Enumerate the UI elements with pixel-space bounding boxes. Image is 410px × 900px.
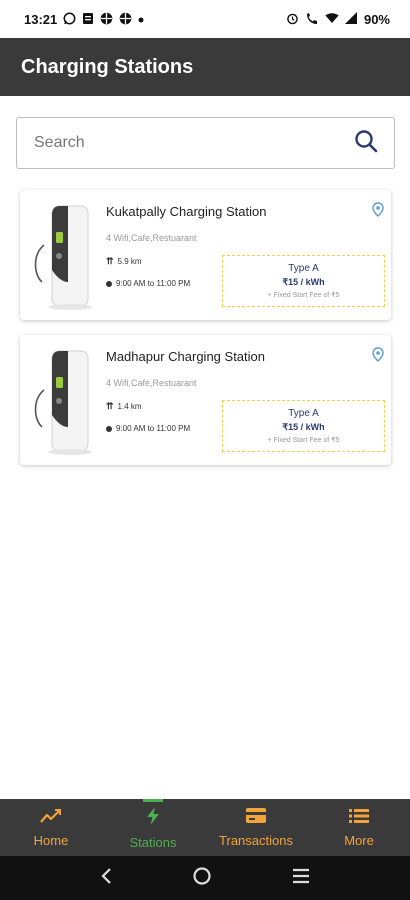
- nav-home[interactable]: Home: [0, 799, 102, 856]
- distance-icon: ⇈: [106, 401, 114, 411]
- connector-type: Type A: [288, 263, 319, 274]
- page-title: Charging Stations: [21, 55, 194, 78]
- search-icon[interactable]: [354, 129, 378, 158]
- wifi-call-icon: [305, 12, 319, 27]
- bolt-icon: [145, 806, 161, 831]
- charger-image: [30, 345, 100, 455]
- recents-icon[interactable]: [291, 868, 311, 889]
- price-box: Type A ₹15 / kWh + Fixed Start Fee of ₹5: [222, 400, 385, 452]
- clock-icon: [106, 425, 112, 432]
- dot-icon: [138, 13, 144, 25]
- bottom-nav: Home Stations Transactions More: [0, 799, 410, 856]
- whatsapp-icon: [63, 12, 76, 27]
- price-box: Type A ₹15 / kWh + Fixed Start Fee of ₹5: [222, 255, 385, 307]
- connector-type: Type A: [288, 408, 319, 419]
- station-amenities: 4 Wifi,Cafe,Restuarant: [106, 233, 197, 243]
- station-card[interactable]: Madhapur Charging Station 4 Wifi,Cafe,Re…: [20, 335, 391, 465]
- charger-image: [30, 200, 100, 310]
- status-right: 90%: [286, 12, 390, 27]
- hours-value: 9:00 AM to 11:00 PM: [116, 279, 191, 288]
- start-fee: + Fixed Start Fee of ₹5: [267, 437, 340, 444]
- distance-icon: ⇈: [106, 256, 114, 266]
- list-icon: [348, 808, 370, 829]
- station-name: Madhapur Charging Station: [106, 349, 265, 364]
- station-amenities: 4 Wifi,Cafe,Restuarant: [106, 378, 197, 388]
- station-distance: ⇈ 5.9 km: [106, 256, 142, 267]
- alarm-icon: [286, 12, 299, 27]
- price-rate: ₹15 / kWh: [282, 277, 325, 287]
- grid-icon: [119, 12, 132, 27]
- search-input[interactable]: [34, 134, 334, 152]
- nav-stations-label: Stations: [129, 834, 177, 850]
- station-distance: ⇈ 1.4 km: [106, 401, 142, 412]
- search-box[interactable]: [16, 117, 395, 169]
- nav-transactions[interactable]: Transactions: [204, 799, 308, 856]
- station-hours: 9:00 AM to 11:00 PM: [106, 424, 190, 433]
- card-icon: [245, 807, 267, 829]
- clock-icon: [106, 280, 112, 287]
- system-nav-bar: [0, 856, 410, 900]
- wifi-icon: [325, 12, 339, 26]
- station-hours: 9:00 AM to 11:00 PM: [106, 279, 190, 288]
- nav-stations[interactable]: Stations: [102, 799, 204, 856]
- signal-icon: [344, 12, 358, 26]
- distance-value: 1.4 km: [117, 402, 142, 411]
- status-left: 13:21: [24, 12, 144, 27]
- location-pin-icon[interactable]: [372, 347, 384, 367]
- distance-value: 5.9 km: [117, 257, 142, 266]
- app-bar: Charging Stations: [0, 38, 410, 96]
- station-card[interactable]: Kukatpally Charging Station 4 Wifi,Cafe,…: [20, 190, 391, 320]
- status-time: 13:21: [24, 11, 58, 27]
- notes-icon: [82, 12, 94, 27]
- hours-value: 9:00 AM to 11:00 PM: [116, 424, 191, 433]
- home-circle-icon[interactable]: [192, 866, 212, 891]
- grid-icon: [100, 12, 113, 27]
- nav-more-label: More: [344, 832, 374, 848]
- nav-transactions-label: Transactions: [219, 833, 293, 848]
- station-name: Kukatpally Charging Station: [106, 204, 267, 219]
- nav-more[interactable]: More: [308, 799, 410, 856]
- nav-home-label: Home: [33, 832, 69, 848]
- location-pin-icon[interactable]: [372, 202, 384, 222]
- price-rate: ₹15 / kWh: [282, 422, 325, 432]
- back-icon[interactable]: [99, 867, 113, 890]
- battery-level: 90%: [363, 11, 390, 27]
- start-fee: + Fixed Start Fee of ₹5: [267, 292, 340, 299]
- status-bar: 13:21 90%: [0, 0, 410, 38]
- trend-icon: [40, 808, 62, 829]
